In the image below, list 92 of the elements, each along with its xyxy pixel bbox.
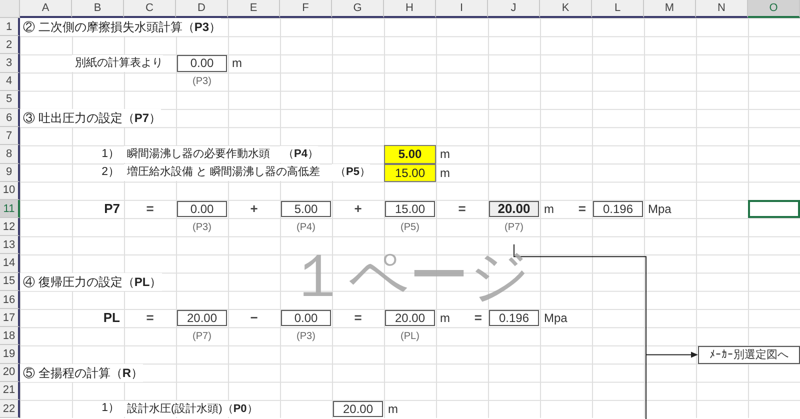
unit-text: m xyxy=(439,164,450,182)
operator: + xyxy=(354,200,362,218)
selected-cell[interactable] xyxy=(748,200,800,218)
row-header[interactable]: 13 xyxy=(0,236,20,254)
row-header[interactable]: 18 xyxy=(0,327,20,346)
unit-text: m xyxy=(387,401,398,418)
item-number: 1） xyxy=(102,146,121,162)
column-header[interactable]: K xyxy=(540,0,592,18)
reference-note: (P7) xyxy=(504,220,524,235)
unit-text: Mpa xyxy=(647,200,672,218)
column-header[interactable]: C xyxy=(124,0,176,18)
column-header[interactable]: L xyxy=(592,0,644,18)
reference-note: (P3) xyxy=(192,220,212,235)
result-cell: 20.00 xyxy=(489,200,539,218)
operator: = xyxy=(354,309,362,328)
row-header[interactable]: 7 xyxy=(0,127,20,146)
row-header[interactable]: 10 xyxy=(0,182,20,200)
connector-arrow xyxy=(646,352,698,358)
section-heading: ⑤ 全揚程の計算（R） xyxy=(20,364,144,382)
variable-name: PL xyxy=(103,309,121,328)
section-heading: ② 二次側の摩擦損失水頭計算（P3） xyxy=(20,18,222,36)
column-header[interactable]: B xyxy=(72,0,124,18)
column-header[interactable]: E xyxy=(228,0,280,18)
column-header[interactable]: F xyxy=(280,0,332,18)
row-header[interactable]: 3 xyxy=(0,54,20,73)
row-header[interactable]: 5 xyxy=(0,90,20,109)
unit-text: m xyxy=(543,200,554,218)
reference-note: (PL) xyxy=(400,330,420,344)
row-header[interactable]: 16 xyxy=(0,290,20,309)
value-cell: 20.00 xyxy=(177,310,227,326)
column-header[interactable]: N xyxy=(696,0,748,18)
row-header[interactable]: 2 xyxy=(0,36,20,54)
page-number-label: １ページ xyxy=(288,246,530,306)
operator: + xyxy=(250,200,258,218)
column-header[interactable]: I xyxy=(436,0,488,18)
row-header[interactable]: 6 xyxy=(0,108,20,128)
operator: = xyxy=(474,309,483,328)
row-header[interactable]: 15 xyxy=(0,272,20,291)
value-cell: 15.00 xyxy=(385,200,435,218)
variable-name: P7 xyxy=(104,200,121,218)
section-heading: ③ 吐出圧力の設定（P7） xyxy=(20,109,162,128)
reference-note: (P3) xyxy=(192,75,212,90)
reference-note: (P3) xyxy=(296,330,316,344)
row-header[interactable]: 11 xyxy=(0,200,20,218)
link-box: ﾒｰｶｰ別選定図へ xyxy=(698,346,800,364)
row-header[interactable]: 14 xyxy=(0,254,20,273)
row-header[interactable]: 4 xyxy=(0,72,20,91)
input-cell: 5.00 xyxy=(384,145,436,164)
input-cell: 15.00 xyxy=(384,164,436,182)
label-text: 瞬間湯沸し器の必要作動水頭 xyxy=(124,146,270,163)
column-header[interactable]: D xyxy=(176,0,228,18)
value-cell: 0.00 xyxy=(177,200,227,218)
column-header[interactable]: M xyxy=(644,0,696,18)
column-header[interactable]: O xyxy=(748,0,800,18)
unit-text: m xyxy=(231,55,242,72)
row-header[interactable]: 9 xyxy=(0,164,20,182)
reference-note: (P5) xyxy=(400,220,420,235)
operator: = xyxy=(146,200,154,218)
label-text: 増圧給水設備 と 瞬間湯沸し器の高低差 xyxy=(124,164,320,181)
value-cell: 0.00 xyxy=(281,310,331,326)
reference-note: (P4) xyxy=(296,220,316,235)
operator: = xyxy=(458,200,466,218)
unit-text: m xyxy=(439,310,450,328)
value-cell: 0.196 xyxy=(593,200,643,218)
value-cell: 5.00 xyxy=(281,200,331,218)
unit-text: Mpa xyxy=(543,310,568,328)
value-cell: 0.196 xyxy=(489,310,539,326)
reference-note: (P7) xyxy=(192,330,212,344)
section-heading: ④ 復帰圧力の設定（PL） xyxy=(20,272,162,291)
row-header[interactable]: 8 xyxy=(0,145,20,164)
label-text: （P4） xyxy=(280,146,318,163)
unit-text: m xyxy=(439,146,450,164)
row-header[interactable]: 22 xyxy=(0,400,20,418)
operator: − xyxy=(250,309,258,328)
item-number: 1） xyxy=(102,401,121,416)
value-cell: 20.00 xyxy=(333,400,383,418)
column-header[interactable]: J xyxy=(488,0,540,18)
row-header[interactable]: 21 xyxy=(0,382,20,400)
value-cell: 0.00 xyxy=(177,55,227,72)
item-number: 2） xyxy=(102,164,121,180)
operator: = xyxy=(578,200,587,218)
value-cell: 20.00 xyxy=(385,310,435,326)
row-header[interactable]: 17 xyxy=(0,309,20,328)
column-header[interactable]: H xyxy=(384,0,436,18)
operator: = xyxy=(146,309,154,328)
label-text: 別紙の計算表より xyxy=(72,55,163,72)
row-header[interactable]: 1 xyxy=(0,18,20,36)
row-header[interactable]: 12 xyxy=(0,218,20,236)
row-header[interactable]: 19 xyxy=(0,345,20,364)
column-header[interactable]: G xyxy=(332,0,384,18)
column-header[interactable]: A xyxy=(20,0,72,18)
row-header[interactable]: 20 xyxy=(0,364,20,382)
